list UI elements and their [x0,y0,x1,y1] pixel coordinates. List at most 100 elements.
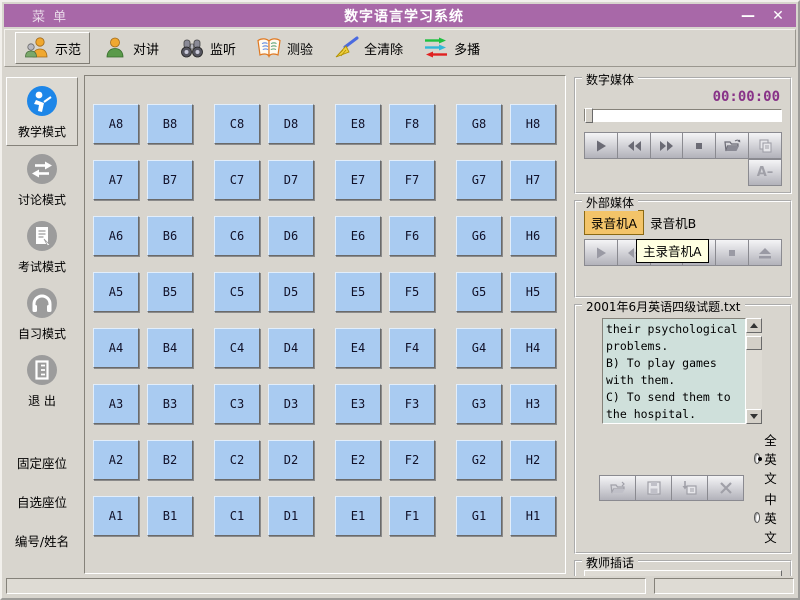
seat-button-A6[interactable]: A6 [93,216,139,256]
seat-button-C1[interactable]: C1 [214,496,260,536]
seat-button-C7[interactable]: C7 [214,160,260,200]
dm-open-file-button[interactable] [715,132,749,159]
seat-button-H5[interactable]: H5 [510,272,556,312]
seat-button-H8[interactable]: H8 [510,104,556,144]
seat-button-H4[interactable]: H4 [510,328,556,368]
tab-recorder-b[interactable]: 录音机B [644,211,702,234]
close-button[interactable]: ✕ [770,8,786,24]
em-play-button[interactable] [584,239,618,266]
seat-button-B3[interactable]: B3 [147,384,193,424]
scrollbar-track[interactable] [746,350,762,409]
media-progress-slider[interactable] [584,109,782,122]
seat-button-C8[interactable]: C8 [214,104,260,144]
toolbar-button-monitor[interactable]: 监听 [171,32,244,64]
seat-button-E4[interactable]: E4 [335,328,381,368]
toolbar-button-quiz[interactable]: 测验 [248,32,321,64]
seat-button-B7[interactable]: B7 [147,160,193,200]
seat-button-A7[interactable]: A7 [93,160,139,200]
seat-button-F5[interactable]: F5 [389,272,435,312]
transcript-open-button[interactable] [599,475,636,501]
seat-button-E8[interactable]: E8 [335,104,381,144]
media-progress-thumb[interactable] [585,108,593,123]
seat-button-H2[interactable]: H2 [510,440,556,480]
dm-rewind-button[interactable] [617,132,651,159]
toolbar-button-intercom[interactable]: 对讲 [94,32,167,64]
seat-button-B8[interactable]: B8 [147,104,193,144]
seat-button-B1[interactable]: B1 [147,496,193,536]
interject-on-button[interactable]: 插话开 [584,570,782,576]
seat-button-B4[interactable]: B4 [147,328,193,368]
seat-button-C5[interactable]: C5 [214,272,260,312]
seat-button-H6[interactable]: H6 [510,216,556,256]
sidebar-mode-selfstudy[interactable]: 自习模式 [6,280,78,347]
seat-button-E6[interactable]: E6 [335,216,381,256]
sidebar-mode-teaching[interactable]: 教学模式 [6,77,78,146]
seat-button-D1[interactable]: D1 [268,496,314,536]
toolbar-button-multicast[interactable]: 多播 [415,32,488,64]
seat-button-C2[interactable]: C2 [214,440,260,480]
minimize-button[interactable]: — [740,8,756,24]
scroll-down-button[interactable] [746,409,762,424]
seat-button-H1[interactable]: H1 [510,496,556,536]
seat-button-D8[interactable]: D8 [268,104,314,144]
seat-button-C6[interactable]: C6 [214,216,260,256]
seat-button-G1[interactable]: G1 [456,496,502,536]
seat-button-E1[interactable]: E1 [335,496,381,536]
scrollbar-thumb[interactable] [746,336,762,350]
transcript-import-button[interactable] [671,475,708,501]
sidebar-mode-exam[interactable]: 考试模式 [6,213,78,280]
transcript-scrollbar[interactable] [746,318,762,424]
seat-button-E5[interactable]: E5 [335,272,381,312]
seat-button-E3[interactable]: E3 [335,384,381,424]
seat-button-F2[interactable]: F2 [389,440,435,480]
seat-button-F6[interactable]: F6 [389,216,435,256]
seat-button-A5[interactable]: A5 [93,272,139,312]
seat-button-D5[interactable]: D5 [268,272,314,312]
transcript-clear-button[interactable] [707,475,744,501]
tab-recorder-a[interactable]: 录音机A [584,210,644,235]
seat-button-E7[interactable]: E7 [335,160,381,200]
seat-button-B5[interactable]: B5 [147,272,193,312]
em-stop-button[interactable] [715,239,749,266]
seat-button-D4[interactable]: D4 [268,328,314,368]
seat-button-H7[interactable]: H7 [510,160,556,200]
seat-button-E2[interactable]: E2 [335,440,381,480]
seat-button-C3[interactable]: C3 [214,384,260,424]
seat-button-A8[interactable]: A8 [93,104,139,144]
menu-button[interactable]: 菜 单 [32,6,68,25]
dm-font-button[interactable]: A– [748,159,782,186]
dm-copy-button[interactable] [748,132,782,159]
seat-button-C4[interactable]: C4 [214,328,260,368]
seat-button-F3[interactable]: F3 [389,384,435,424]
seat-button-A3[interactable]: A3 [93,384,139,424]
sidebar-link-choose-seat[interactable]: 自选座位 [17,492,67,511]
sidebar-mode-exit[interactable]: 退 出 [6,347,78,414]
seat-button-D7[interactable]: D7 [268,160,314,200]
seat-button-D6[interactable]: D6 [268,216,314,256]
seat-button-G5[interactable]: G5 [456,272,502,312]
toolbar-button-demo[interactable]: 示范 [15,32,90,64]
seat-button-B6[interactable]: B6 [147,216,193,256]
seat-button-G4[interactable]: G4 [456,328,502,368]
seat-button-G2[interactable]: G2 [456,440,502,480]
toolbar-button-clear-all[interactable]: 全清除 [325,32,411,64]
sidebar-link-fixed-seat[interactable]: 固定座位 [17,453,67,472]
sidebar-mode-discussion[interactable]: 讨论模式 [6,146,78,213]
seat-button-D2[interactable]: D2 [268,440,314,480]
seat-button-A2[interactable]: A2 [93,440,139,480]
transcript-save-button[interactable] [635,475,672,501]
radio-english-only[interactable]: 全英文 [754,430,782,487]
seat-button-G3[interactable]: G3 [456,384,502,424]
seat-button-A4[interactable]: A4 [93,328,139,368]
sidebar-link-id-name[interactable]: 编号/姓名 [15,531,69,550]
seat-button-A1[interactable]: A1 [93,496,139,536]
seat-button-G6[interactable]: G6 [456,216,502,256]
seat-button-F8[interactable]: F8 [389,104,435,144]
em-eject-button[interactable] [748,239,782,266]
seat-button-B2[interactable]: B2 [147,440,193,480]
dm-fast-forward-button[interactable] [650,132,684,159]
seat-button-G8[interactable]: G8 [456,104,502,144]
seat-button-D3[interactable]: D3 [268,384,314,424]
seat-button-F1[interactable]: F1 [389,496,435,536]
seat-button-G7[interactable]: G7 [456,160,502,200]
